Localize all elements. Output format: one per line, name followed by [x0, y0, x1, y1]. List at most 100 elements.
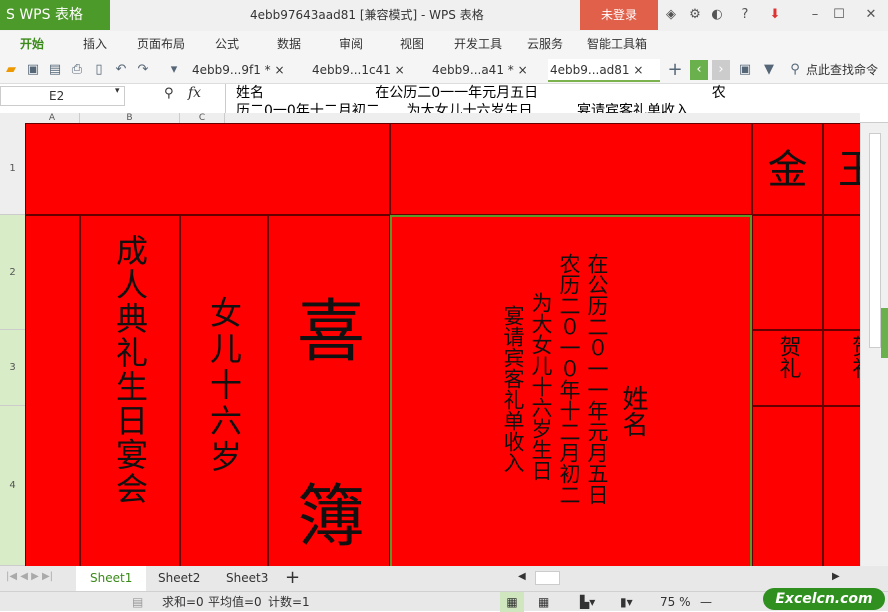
- undo-icon[interactable]: ↶: [112, 60, 130, 80]
- download-icon[interactable]: ⬇: [764, 0, 786, 30]
- cell-f3[interactable]: 贺礼: [752, 330, 823, 406]
- scroll-right-icon[interactable]: ▶: [832, 571, 840, 582]
- horizontal-scroll-thumb[interactable]: [535, 571, 560, 585]
- row-header-1[interactable]: 1: [0, 123, 25, 215]
- status-count: 计数=1: [268, 595, 310, 609]
- save-icon[interactable]: ▣: [24, 60, 42, 80]
- doc-tab-4[interactable]: 4ebb9...ad81 ×: [548, 59, 660, 82]
- cell-f4[interactable]: [752, 406, 823, 566]
- zoom-level[interactable]: 75 %: [660, 592, 691, 612]
- cell-a2[interactable]: [25, 215, 80, 566]
- next-tab-icon[interactable]: ›: [712, 60, 730, 80]
- row-header-3[interactable]: 3: [0, 330, 25, 406]
- cell-a1[interactable]: [25, 123, 390, 215]
- tab-menu-icon[interactable]: ▼: [760, 60, 778, 80]
- menu-home[interactable]: 开始: [20, 31, 44, 57]
- cell-c2[interactable]: 女儿十六岁: [180, 215, 268, 566]
- cell-g4[interactable]: [823, 406, 860, 566]
- help-icon[interactable]: ?: [734, 0, 756, 30]
- reading-mode-icon[interactable]: ▮▾: [620, 592, 633, 612]
- cell-d2[interactable]: 喜 簿: [268, 215, 390, 566]
- e2-line-reason: 为大女儿十六岁生日: [529, 292, 553, 481]
- cell-g2[interactable]: [823, 215, 860, 330]
- menu-review[interactable]: 审阅: [339, 31, 363, 57]
- dropdown-icon[interactable]: ▾: [165, 60, 183, 80]
- menu-data[interactable]: 数据: [277, 31, 301, 57]
- scroll-thumb[interactable]: [869, 133, 881, 348]
- print-icon[interactable]: ⎙: [68, 60, 86, 80]
- zoom-out-icon[interactable]: —: [700, 592, 712, 612]
- cell-g1[interactable]: 王: [823, 123, 860, 215]
- e2-line-lunar: 农历二０一０年十二月初二: [557, 253, 581, 505]
- sheet-nav-icons[interactable]: |◀ ◀ ▶ ▶|: [6, 571, 53, 582]
- fx-icon[interactable]: fx: [188, 85, 201, 101]
- doc-tab-2[interactable]: 4ebb9...1c41 ×: [310, 59, 405, 82]
- cell-f2[interactable]: [752, 215, 823, 330]
- normal-view-icon[interactable]: ▦: [500, 592, 524, 612]
- zoom-formula-icon[interactable]: ⚲: [164, 86, 174, 101]
- doc-tab-3[interactable]: 4ebb9...a41 * ×: [430, 59, 528, 82]
- cell-g3[interactable]: 贺礼: [823, 330, 860, 406]
- menu-page-layout[interactable]: 页面布局: [137, 31, 185, 57]
- minimize-icon[interactable]: –: [804, 0, 826, 30]
- maximize-icon[interactable]: ☐: [828, 0, 850, 30]
- heading-xi: 喜: [297, 293, 366, 372]
- sheet-tab-bar: |◀ ◀ ▶ ▶| Sheet1 Sheet2 Sheet3 + ◀ ▶: [0, 566, 888, 591]
- login-button[interactable]: 未登录: [580, 0, 658, 30]
- page-break-view-icon[interactable]: ▦: [538, 592, 549, 612]
- cell-b2[interactable]: 成人典礼生日宴会: [80, 215, 180, 566]
- menu-cloud[interactable]: 云服务: [527, 31, 563, 57]
- tab-list-icon[interactable]: ▣: [736, 60, 754, 80]
- command-search[interactable]: 点此查找命令: [806, 60, 878, 80]
- watermark-logo: Excelcn.com: [763, 588, 885, 610]
- status-sum: 求和=0: [162, 595, 204, 609]
- doc-tab-1[interactable]: 4ebb9...9f1 * ×: [190, 59, 285, 82]
- wps-menu-button[interactable]: S WPS 表格: [0, 0, 110, 30]
- row-header-2[interactable]: 2: [0, 215, 25, 330]
- menu-insert[interactable]: 插入: [83, 31, 107, 57]
- sheet-tab-1[interactable]: Sheet1: [76, 566, 147, 591]
- new-tab-icon[interactable]: +: [666, 60, 684, 80]
- gift-label: 贺礼: [775, 335, 801, 379]
- menu-developer[interactable]: 开发工具: [454, 31, 502, 57]
- layout-icon[interactable]: ▙▾: [580, 592, 595, 612]
- e2-line-purpose: 宴请宾客礼单收入: [501, 305, 525, 473]
- open-icon[interactable]: ▰: [2, 60, 20, 80]
- scroll-left-icon[interactable]: ◀: [518, 571, 526, 582]
- e2-line-date: 在公历二０一一年元月五日: [585, 253, 609, 505]
- subtitle-text: 女儿十六岁: [205, 296, 243, 476]
- title-text: 成人典礼生日宴会: [111, 234, 149, 506]
- settings-icon[interactable]: ⚙: [684, 0, 706, 30]
- heading-bu: 簿: [297, 478, 366, 557]
- cell-e2-selected[interactable]: 姓名 在公历二０一一年元月五日 农历二０一０年十二月初二 为大女儿十六岁生日 宴…: [390, 215, 752, 566]
- theme-icon[interactable]: ◐: [706, 0, 728, 30]
- menu-smart-tools[interactable]: 智能工具箱: [587, 31, 647, 57]
- print-preview-icon[interactable]: ▯: [90, 60, 108, 80]
- skin-icon[interactable]: ◈: [660, 0, 682, 30]
- formula-line-1: 姓名 在公历二0一一年元月五日 农: [236, 85, 726, 101]
- status-bar: ▤ 求和=0 平均值=0 计数=1 ▦ ▦ ▙▾ ▮▾ 75 % —: [0, 591, 888, 612]
- title-bar: S WPS 表格 4ebb97643aad81 [兼容模式] - WPS 表格 …: [0, 0, 888, 31]
- row-header-4[interactable]: 4: [0, 406, 25, 566]
- vertical-scrollbar[interactable]: [860, 123, 888, 566]
- cell-e1[interactable]: [390, 123, 752, 215]
- cell-f1[interactable]: 金: [752, 123, 823, 215]
- close-icon[interactable]: ✕: [860, 0, 882, 30]
- sheet-grid[interactable]: 1 2 3 4 金 王 成人典礼生日宴会 女儿十六岁 喜 簿 姓名 在公历二０一…: [0, 123, 860, 566]
- menu-view[interactable]: 视图: [400, 31, 424, 57]
- name-box[interactable]: E2: [0, 86, 125, 106]
- redo-icon[interactable]: ↷: [134, 60, 152, 80]
- menu-formula[interactable]: 公式: [215, 31, 239, 57]
- pdf-icon[interactable]: ▤: [46, 60, 64, 80]
- side-panel-toggle[interactable]: [881, 308, 888, 358]
- e2-line-name: 姓名: [618, 385, 648, 437]
- doc-icon: ▤: [132, 595, 144, 609]
- sheet-tab-3[interactable]: Sheet3: [212, 566, 282, 591]
- prev-tab-icon[interactable]: ‹: [690, 60, 708, 80]
- add-sheet-icon[interactable]: +: [285, 567, 300, 588]
- menu-bar: 开始 插入 页面布局 公式 数据 审阅 视图 开发工具 云服务 智能工具箱: [0, 31, 888, 57]
- sheet-tab-2[interactable]: Sheet2: [144, 566, 214, 591]
- status-average: 平均值=0: [208, 595, 262, 609]
- gift-label-2: 贺礼: [848, 335, 860, 379]
- name-box-dropdown-icon[interactable]: ▾: [115, 86, 120, 96]
